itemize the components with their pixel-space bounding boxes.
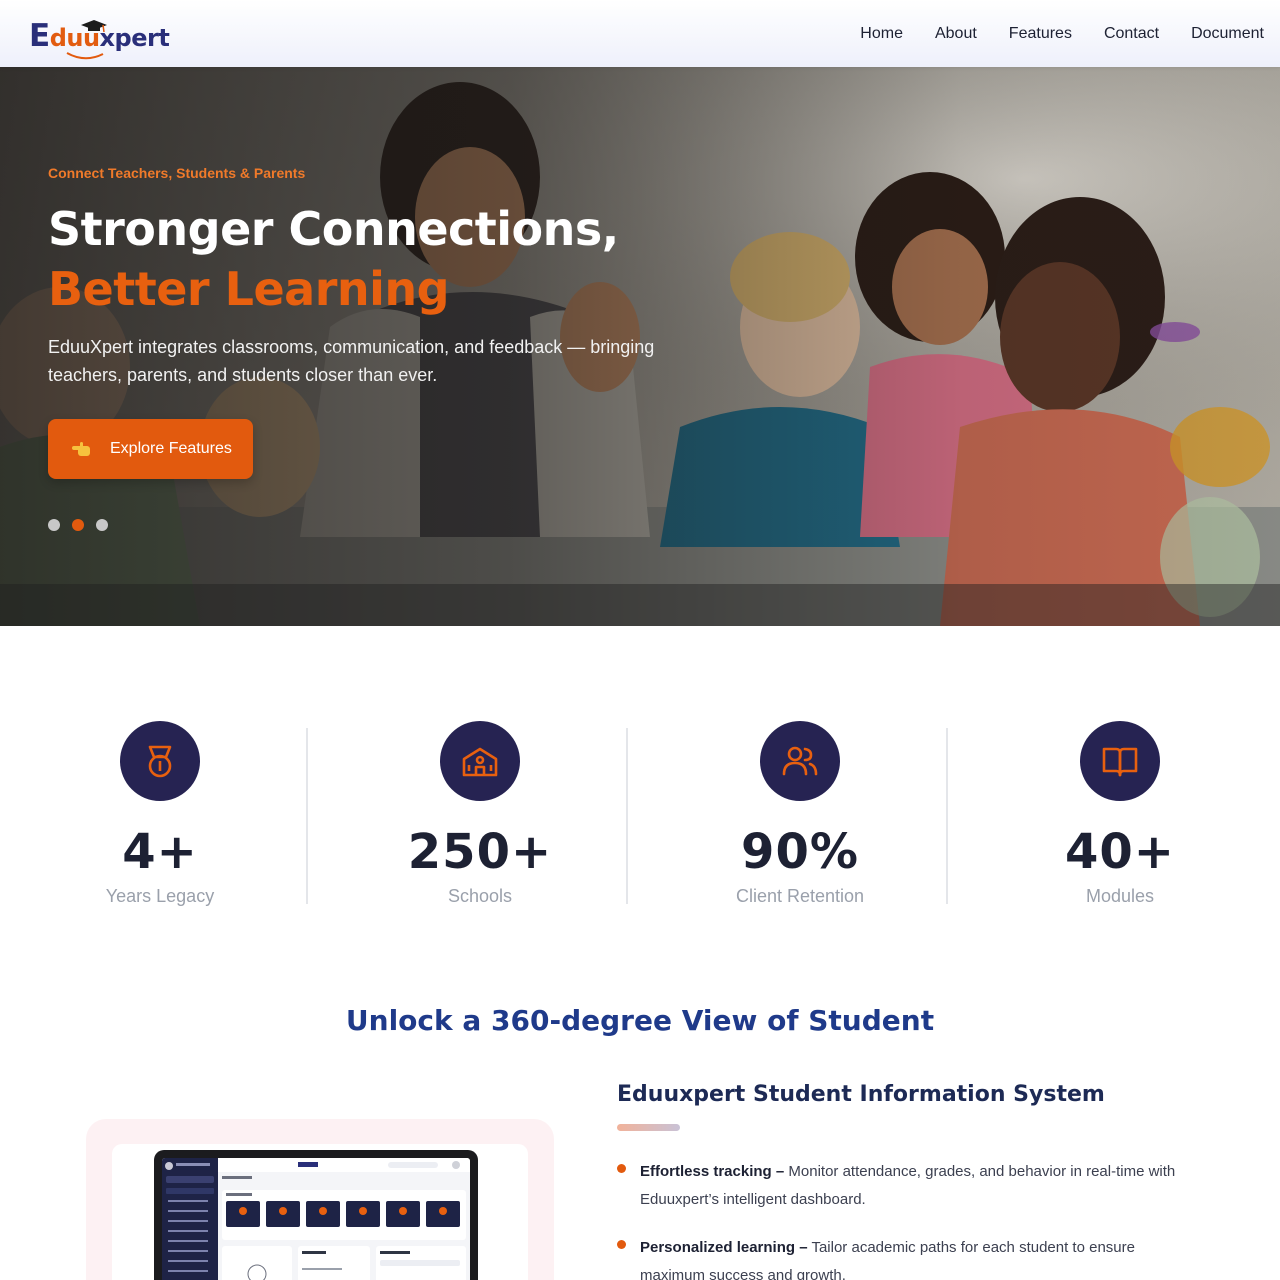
brand-logo[interactable]: Eduuxpert: [29, 12, 170, 60]
stat-label: Modules: [1085, 886, 1155, 906]
slider-dot-1[interactable]: [48, 519, 60, 531]
stat-modules: 40+ Modules: [960, 720, 1280, 910]
stat-schools: 250+ Schools: [320, 720, 640, 910]
list-item: Personalized learning – Tailor academic …: [617, 1234, 1177, 1280]
nav-about-link[interactable]: About: [935, 25, 977, 43]
section-title: Unlock a 360-degree View of Student: [345, 1004, 935, 1037]
sis-feature-list: Effortless tracking – Monitor attendance…: [617, 1158, 1177, 1280]
dashboard-screenshot: [162, 1158, 470, 1280]
stat-retention: 90% Client Retention: [640, 720, 960, 910]
logo-wordmark: Eduuxpert: [29, 18, 170, 60]
hero-slider: Connect Teachers, Students & Parents Str…: [0, 67, 1280, 626]
sis-title: Eduuxpert Student Information System: [617, 1082, 1105, 1107]
stat-label: Schools: [447, 886, 513, 906]
logo-swoosh: [66, 52, 104, 60]
list-item: Effortless tracking – Monitor attendance…: [617, 1158, 1177, 1214]
explore-features-button[interactable]: Explore Features: [48, 419, 253, 479]
book-icon: [1080, 721, 1160, 801]
page: Eduuxpert Home About Features Contact Do…: [0, 0, 1280, 1280]
nav-document-link[interactable]: Document: [1191, 25, 1264, 43]
stat-value: 250+: [407, 824, 553, 880]
stat-label: Years Legacy: [105, 886, 215, 906]
explore-features-label: Explore Features: [110, 440, 232, 457]
hero-bottom-strip: [0, 584, 1280, 626]
pointing-hand-icon: [72, 442, 90, 456]
stat-divider: [306, 728, 308, 904]
stat-value: 4+: [122, 824, 198, 880]
main-menu: Home About Features Contact Document: [860, 0, 1264, 67]
nav-features-link[interactable]: Features: [1009, 25, 1072, 43]
top-navbar: Eduuxpert Home About Features Contact Do…: [0, 0, 1280, 67]
bullet-dot-icon: [617, 1240, 626, 1249]
school-icon: [440, 721, 520, 801]
hero-eyebrow: Connect Teachers, Students & Parents: [48, 165, 306, 181]
stat-years: 4+ Years Legacy: [0, 720, 320, 910]
tablet-device: [154, 1150, 478, 1280]
bullet-dot-icon: [617, 1164, 626, 1173]
slider-dot-2[interactable]: [72, 519, 84, 531]
dashboard-main: [218, 1158, 470, 1280]
logo-letter-e: E: [29, 18, 50, 54]
nav-contact-link[interactable]: Contact: [1104, 25, 1159, 43]
stat-label: Client Retention: [735, 886, 865, 906]
stat-divider: [946, 728, 948, 904]
bullet-heading: Personalized learning –: [640, 1239, 808, 1256]
stats-section: 4+ Years Legacy 250+ Schools 90% Client …: [0, 720, 1280, 910]
dashboard-sidebar: [162, 1158, 218, 1280]
users-icon: [760, 721, 840, 801]
stat-value: 90%: [741, 824, 859, 880]
slider-dots: [48, 519, 108, 531]
stat-divider: [626, 728, 628, 904]
nav-home-link[interactable]: Home: [860, 25, 903, 43]
hero-title-line1: Stronger Connections,: [48, 202, 619, 256]
slider-dot-3[interactable]: [96, 519, 108, 531]
graduation-cap-icon: [81, 20, 107, 33]
hero-description: EduuXpert integrates classrooms, communi…: [48, 337, 655, 385]
logo-letters-xpert: xpert: [99, 24, 170, 52]
hero-title: Stronger Connections, Better Learning: [48, 199, 619, 319]
dashboard-mockup-frame: [112, 1144, 528, 1280]
hero-title-line2: Better Learning: [48, 262, 450, 316]
dashboard-mockup-card: [86, 1119, 554, 1280]
bullet-heading: Effortless tracking –: [640, 1163, 785, 1180]
stat-value: 40+: [1064, 824, 1175, 880]
medal-icon: [120, 721, 200, 801]
title-underline: [617, 1124, 680, 1131]
